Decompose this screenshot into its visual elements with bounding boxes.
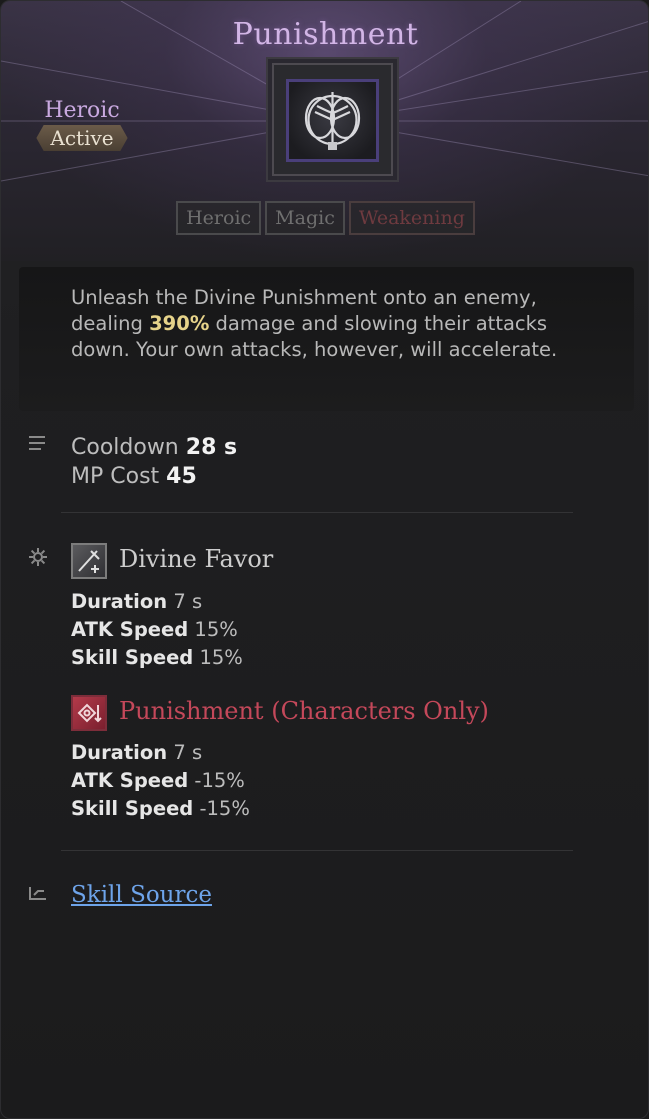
- effect-stat-label: Duration: [71, 590, 168, 613]
- effect-stats-divine-favor: Duration 7 s ATK Speed 15% Skill Speed 1…: [71, 588, 243, 672]
- skill-tags: Heroic Magic Weakening: [1, 201, 648, 235]
- effect-row: Duration 7 s: [71, 739, 250, 767]
- gear-icon: [27, 547, 49, 569]
- effect-title-divine-favor: Divine Favor: [119, 545, 274, 573]
- winged-emblem-icon: [286, 79, 379, 162]
- effect-stat-label: Skill Speed: [71, 646, 194, 669]
- effect-stat-value: 7 s: [173, 741, 203, 764]
- damage-highlight: 390%: [149, 312, 210, 335]
- grade-label: Heroic: [44, 98, 120, 123]
- effect-stats-punishment: Duration 7 s ATK Speed -15% Skill Speed …: [71, 739, 250, 823]
- effect-row: Skill Speed 15%: [71, 644, 243, 672]
- mp-cost-row: MP Cost 45: [71, 462, 237, 491]
- skill-type-badge: Active: [36, 125, 128, 151]
- tag-weakening: Weakening: [348, 201, 475, 235]
- effect-row: Skill Speed -15%: [71, 795, 250, 823]
- mp-cost-label: MP Cost: [71, 464, 160, 489]
- effect-row: Duration 7 s: [71, 588, 243, 616]
- skill-title: Punishment: [232, 17, 419, 52]
- effect-stat-value: 15%: [194, 618, 238, 641]
- skill-grade-block: Heroic Active: [27, 98, 137, 151]
- skill-tooltip-panel: Punishment Heroic Active Heroic Magic We…: [0, 0, 649, 1119]
- effect-title-punishment: Punishment (Characters Only): [119, 697, 489, 725]
- description-box: Unleash the Divine Punishment onto an en…: [19, 267, 634, 411]
- book-source-icon: [27, 885, 49, 907]
- mp-cost-value: 45: [166, 464, 197, 489]
- cooldown-row: Cooldown 28 s: [71, 433, 237, 462]
- skill-icon-frame: [272, 63, 393, 176]
- tag-magic: Magic: [265, 201, 345, 235]
- effect-row: ATK Speed -15%: [71, 767, 250, 795]
- cooldown-value: 28 s: [185, 435, 238, 460]
- effect-stat-label: Duration: [71, 741, 168, 764]
- tag-heroic: Heroic: [176, 201, 262, 235]
- effect-stat-label: ATK Speed: [71, 769, 189, 792]
- effect-stat-label: ATK Speed: [71, 618, 189, 641]
- cooldown-label: Cooldown: [71, 435, 179, 460]
- sword-buff-icon: [71, 543, 107, 579]
- skill-stats: Cooldown 28 s MP Cost 45: [71, 433, 237, 491]
- effect-stat-value: -15%: [194, 769, 245, 792]
- skill-description: Unleash the Divine Punishment onto an en…: [71, 285, 601, 363]
- skill-source-link[interactable]: Skill Source: [71, 882, 212, 908]
- effect-stat-value: -15%: [199, 797, 250, 820]
- tooltip-header: Punishment Heroic Active Heroic Magic We…: [1, 1, 648, 261]
- effect-stat-value: 15%: [199, 646, 243, 669]
- list-lines-icon: [27, 435, 49, 457]
- effect-stat-label: Skill Speed: [71, 797, 194, 820]
- divider-2: [61, 850, 573, 851]
- debuff-mark-icon: [71, 695, 107, 731]
- effect-stat-value: 7 s: [173, 590, 203, 613]
- divider-1: [61, 512, 573, 513]
- effect-row: ATK Speed 15%: [71, 616, 243, 644]
